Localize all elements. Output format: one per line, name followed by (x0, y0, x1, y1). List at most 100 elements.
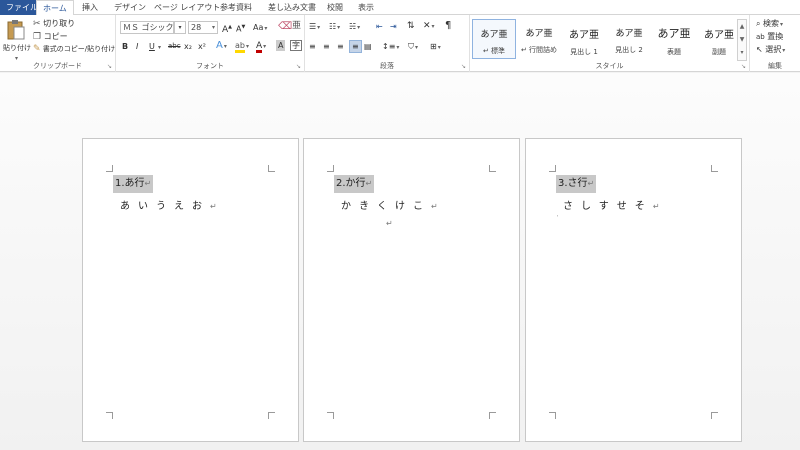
document-page[interactable]: 3.さ行↵ さしすせそ↵ ' (525, 138, 742, 442)
dialog-launcher-icon[interactable]: ↘ (741, 63, 746, 70)
clear-formatting-icon[interactable]: ⌫ (278, 21, 292, 32)
crop-mark (268, 165, 275, 172)
decrease-indent-icon[interactable]: ⇤ (376, 21, 383, 32)
chevron-down-icon: ▾ (263, 43, 267, 50)
style-preview: あア亜 (704, 30, 734, 41)
borders-button[interactable]: ⊞▾ (430, 41, 441, 53)
dialog-launcher-icon[interactable]: ↘ (296, 63, 301, 70)
crop-mark (327, 412, 334, 419)
align-center-icon[interactable]: ≡ (323, 41, 330, 52)
font-size-combo[interactable]: 28 ▾ (188, 21, 218, 34)
paragraph-mark: ↵ (587, 179, 595, 188)
clipboard-icon (7, 20, 25, 40)
numbering-button[interactable]: ☷▾ (329, 21, 340, 33)
document-page[interactable]: 1.あ行↵ あいうえお↵ (82, 138, 299, 442)
tab-references[interactable]: 参考資料 (214, 0, 258, 15)
tab-home[interactable]: ホーム (36, 0, 74, 16)
styles-group-label: スタイル (595, 62, 624, 70)
replace-button[interactable]: ab 置換 (756, 31, 783, 43)
heading-text: 2.か行 (336, 178, 366, 189)
dialog-launcher-icon[interactable]: ↘ (461, 63, 466, 70)
style-normal[interactable]: あア亜 ↵ 標準 (472, 19, 516, 59)
style-preview: あア亜 (525, 29, 553, 39)
cut-label: 切り取り (43, 19, 76, 28)
kana-text: さしすせそ (563, 201, 653, 212)
select-button[interactable]: ↖ 選択▾ (756, 44, 785, 56)
crop-mark (711, 165, 718, 172)
bullets-button[interactable]: ☰▾ (309, 21, 320, 33)
tab-review[interactable]: 校閲 (321, 0, 349, 15)
style-heading-1[interactable]: あア亜 見出し 1 (562, 19, 606, 59)
page-heading[interactable]: 3.さ行↵ (556, 175, 597, 193)
style-heading-2[interactable]: あア亜 見出し 2 (607, 19, 651, 59)
copy-button[interactable]: ❐ コピー (33, 31, 68, 43)
kana-line[interactable]: さしすせそ↵ (563, 197, 660, 212)
text-effects-button[interactable]: A▾ (216, 40, 227, 52)
style-preview: あア亜 (480, 30, 508, 40)
font-name-value: ＭＳ ゴシック ( (123, 23, 174, 32)
scroll-up-icon[interactable]: ▲ (738, 20, 746, 33)
gallery-more-icon[interactable]: ▾ (738, 46, 746, 59)
font-color-button[interactable]: A▾ (256, 40, 266, 53)
paragraph-mark: ↵ (386, 219, 393, 228)
document-area[interactable]: 1.あ行↵ あいうえお↵ 2.か行↵ かきくけこ↵ ↵ 3.さ行↵ さしすせそ↵… (0, 73, 800, 450)
page-heading[interactable]: 2.か行↵ (334, 175, 375, 193)
copy-label: コピー (43, 32, 68, 41)
phonetic-guide-icon[interactable]: 亜 (292, 21, 301, 32)
align-left-icon[interactable]: ≡ (309, 41, 316, 52)
align-right-icon[interactable]: ≡ (337, 41, 344, 52)
enclose-characters-icon[interactable]: 字 (290, 40, 302, 51)
font-name-dropdown[interactable]: ▾ (174, 21, 186, 34)
paragraph-mark: ↵ (652, 202, 660, 211)
search-icon: ⌕ (756, 19, 761, 28)
dialog-launcher-icon[interactable]: ↘ (107, 63, 112, 70)
page-heading[interactable]: 1.あ行↵ (113, 175, 154, 193)
underline-button[interactable]: U (149, 41, 155, 52)
style-title[interactable]: あア亜 表題 (652, 19, 696, 59)
scroll-down-icon[interactable]: ▼ (738, 33, 746, 46)
character-shading-button[interactable]: A (276, 40, 286, 51)
justify-icon[interactable]: ≡ (349, 40, 362, 53)
tab-design[interactable]: デザイン (108, 0, 152, 15)
find-button[interactable]: ⌕ 検索▾ (756, 18, 783, 30)
style-name: 表題 (667, 48, 681, 56)
change-case-glyph: Aa (253, 23, 264, 32)
increase-indent-icon[interactable]: ⇥ (390, 21, 397, 32)
paste-button[interactable]: 貼り付け ▾ (3, 19, 31, 64)
change-case-button[interactable]: Aa▾ (253, 22, 267, 34)
highlight-button[interactable]: ab▾ (235, 40, 249, 53)
style-subtitle[interactable]: あア亜 副題 (697, 19, 741, 59)
crop-mark (327, 165, 334, 172)
tab-mailings[interactable]: 差し込み文書 (262, 0, 322, 15)
bold-button[interactable]: B (122, 41, 128, 52)
tab-view[interactable]: 表示 (352, 0, 380, 15)
paste-label: 貼り付け (3, 44, 31, 52)
grow-font-button[interactable]: A▲ (222, 22, 232, 36)
show-marks-icon[interactable]: ¶ (445, 20, 451, 31)
document-page[interactable]: 2.か行↵ かきくけこ↵ ↵ (303, 138, 520, 442)
asian-layout-button[interactable]: ✕▾ (423, 21, 435, 32)
strikethrough-button[interactable]: abc (168, 41, 181, 52)
italic-button[interactable]: I (136, 41, 138, 52)
chevron-down-icon: ▾ (317, 24, 321, 31)
tab-insert[interactable]: 挿入 (76, 0, 104, 15)
crop-mark (489, 165, 496, 172)
underline-dropdown[interactable]: ▾ (157, 41, 161, 53)
shading-button[interactable]: ⛉▾ (408, 41, 418, 53)
format-painter-button[interactable]: ✎ 書式のコピー/貼り付け (33, 44, 115, 55)
format-painter-label: 書式のコピー/貼り付け (42, 45, 116, 53)
kana-line[interactable]: かきくけこ↵ (341, 197, 438, 212)
cut-button[interactable]: ✂ 切り取り (33, 18, 75, 30)
chevron-down-icon: ▾ (211, 24, 215, 31)
subscript-button[interactable]: x₂ (184, 41, 192, 52)
line-spacing-button[interactable]: ↕≡▾ (382, 41, 399, 53)
sort-button[interactable]: ⇅ (407, 21, 415, 32)
font-name-combo[interactable]: ＭＳ ゴシック ( (120, 21, 174, 34)
style-no-spacing[interactable]: あア亜 ↵ 行間詰め (517, 19, 561, 59)
find-label: 検索 (763, 19, 780, 28)
superscript-button[interactable]: x² (198, 41, 206, 52)
shrink-font-button[interactable]: A▼ (236, 22, 245, 35)
multilevel-list-button[interactable]: ☵▾ (349, 21, 360, 33)
kana-line[interactable]: あいうえお↵ (120, 197, 217, 212)
distributed-icon[interactable]: ▤ (364, 41, 372, 52)
